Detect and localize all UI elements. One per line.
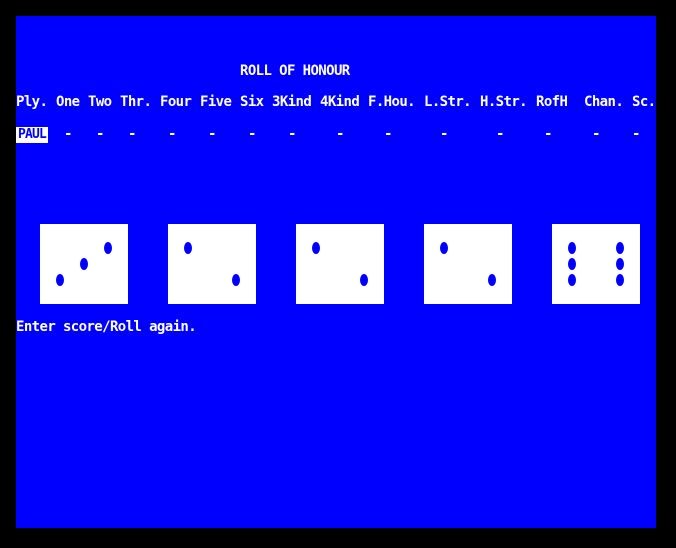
die-pip (312, 242, 320, 254)
die-pip (184, 242, 192, 254)
score-cell: - (168, 126, 177, 142)
score-cell: - (248, 126, 257, 142)
score-cell: - (440, 126, 449, 142)
status-prompt: Enter score/Roll again. (16, 319, 197, 335)
die-pip (616, 242, 624, 254)
column-header: Five (200, 94, 232, 110)
player-name: PAUL (16, 127, 48, 143)
column-header: Two (88, 94, 112, 110)
die-pip (568, 258, 576, 270)
die-1[interactable] (40, 224, 128, 304)
score-cell: - (336, 126, 345, 142)
column-header: Thr. (120, 94, 152, 110)
score-cell: - (496, 126, 505, 142)
score-cell: - (384, 126, 393, 142)
column-header: L.Str. (424, 94, 472, 110)
die-2[interactable] (168, 224, 256, 304)
die-3[interactable] (296, 224, 384, 304)
score-cell: - (128, 126, 137, 142)
column-header: Ply. (16, 94, 48, 110)
column-header: Sc. (632, 94, 656, 110)
column-header: F.Hou. (368, 94, 416, 110)
column-header: Chan. (584, 94, 624, 110)
die-5[interactable] (552, 224, 640, 304)
die-pip (80, 258, 88, 270)
score-cell: - (288, 126, 297, 142)
column-header: H.Str. (480, 94, 528, 110)
die-pip (616, 258, 624, 270)
score-cell: - (208, 126, 217, 142)
die-pip (616, 274, 624, 286)
page-title: ROLL OF HONOUR (240, 63, 350, 79)
score-cell: - (96, 126, 105, 142)
column-header: Four (160, 94, 192, 110)
die-pip (104, 242, 112, 254)
die-4[interactable] (424, 224, 512, 304)
column-header: 4Kind (320, 94, 360, 110)
score-cell: - (64, 126, 73, 142)
column-header: 3Kind (272, 94, 312, 110)
column-header: Six (240, 94, 264, 110)
die-pip (568, 274, 576, 286)
score-cell: - (592, 126, 601, 142)
score-cell: - (632, 126, 641, 142)
column-header: RofH (536, 94, 568, 110)
die-pip (488, 274, 496, 286)
die-pip (568, 242, 576, 254)
die-pip (440, 242, 448, 254)
score-cell: - (544, 126, 553, 142)
column-header: One (56, 94, 80, 110)
die-pip (232, 274, 240, 286)
die-pip (360, 274, 368, 286)
die-pip (56, 274, 64, 286)
